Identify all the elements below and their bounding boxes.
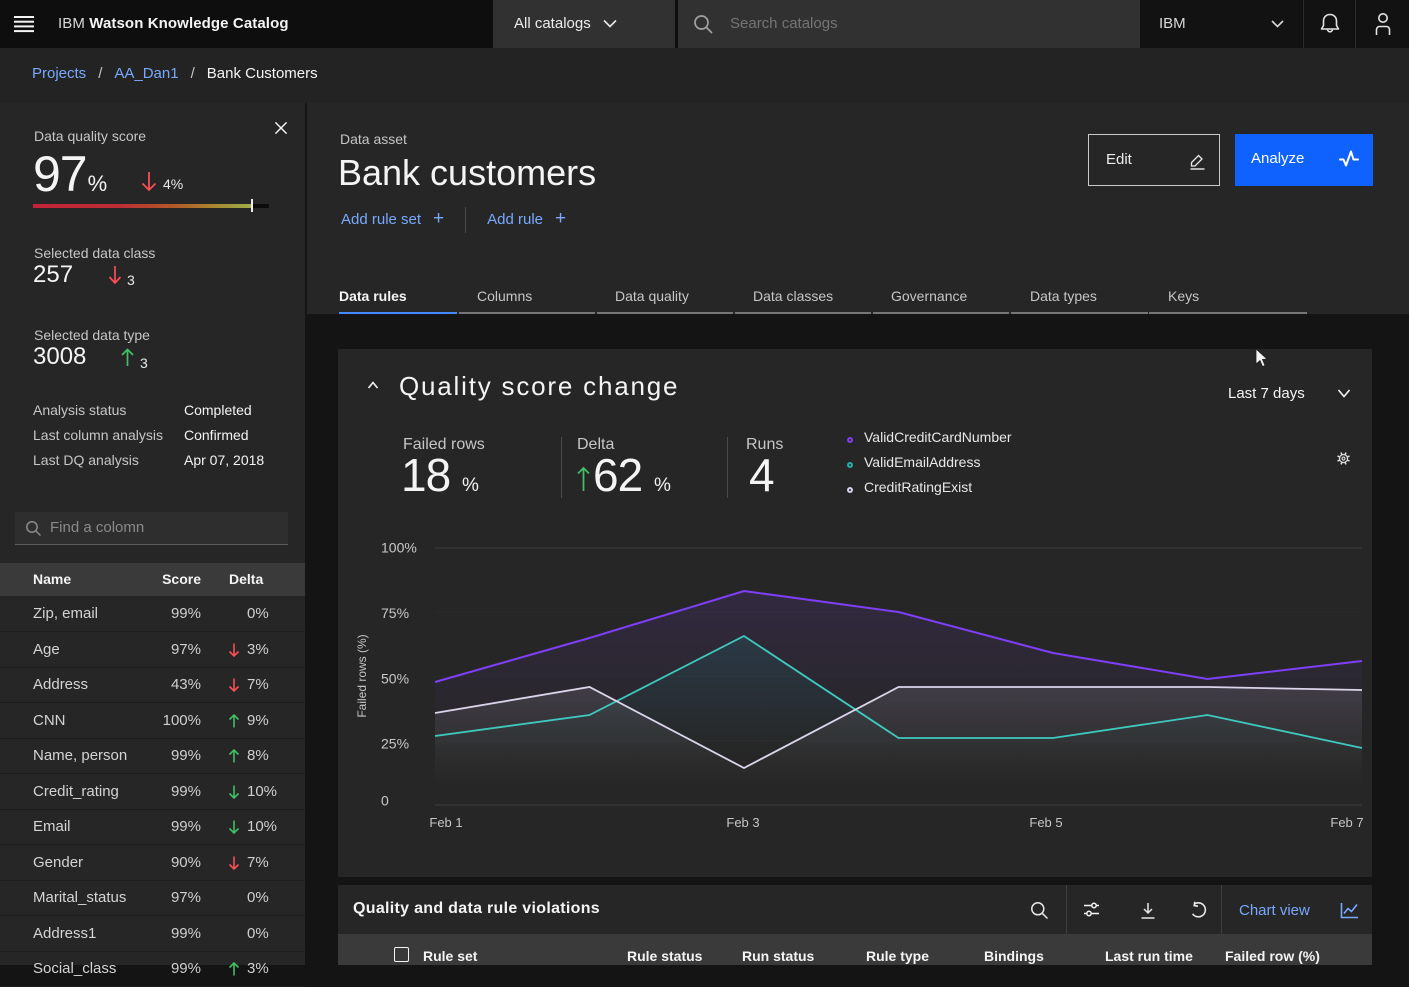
- svg-text:Feb 5: Feb 5: [1029, 815, 1062, 830]
- svg-text:Feb 7: Feb 7: [1330, 815, 1363, 830]
- svg-text:Feb 1: Feb 1: [429, 815, 462, 830]
- svg-text:Feb 3: Feb 3: [726, 815, 759, 830]
- svg-text:Failed rows (%): Failed rows (%): [355, 634, 369, 717]
- svg-text:0: 0: [381, 793, 389, 809]
- svg-text:75%: 75%: [381, 605, 409, 621]
- svg-text:50%: 50%: [381, 671, 409, 687]
- svg-text:25%: 25%: [381, 736, 409, 752]
- svg-text:100%: 100%: [381, 540, 417, 556]
